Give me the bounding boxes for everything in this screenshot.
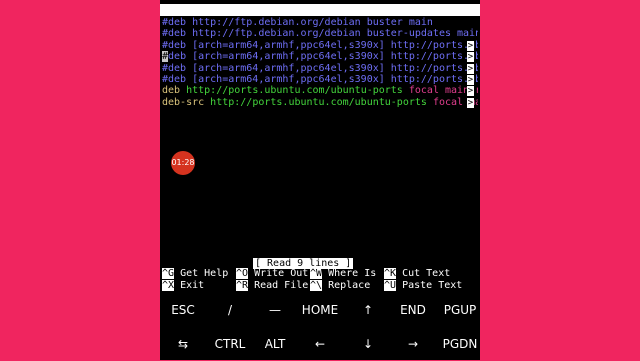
shortcut-item[interactable]: ^O Write Out xyxy=(236,268,308,279)
editor-line[interactable]: #deb [arch=arm64,armhf,ppc64el,s390x] ht… xyxy=(162,63,478,75)
line-segment: focal xyxy=(432,96,470,108)
shortcut-label: Read File xyxy=(248,279,309,291)
key--button[interactable]: ↑ xyxy=(345,293,391,327)
shortcut-key: ^G xyxy=(162,268,175,279)
line-overflow-marker: > xyxy=(467,86,474,97)
editor-line[interactable]: #deb [arch=arm64,armhf,ppc64el,s390x] ht… xyxy=(162,40,478,52)
shortcut-item[interactable]: ^X Exit xyxy=(162,279,205,291)
key-alt-button[interactable]: ALT xyxy=(252,327,298,361)
shortcut-label: Exit xyxy=(174,279,205,291)
editor-line[interactable]: #deb [arch=arm64,armhf,ppc64el,s390x] ht… xyxy=(162,74,478,86)
line-overflow-marker: > xyxy=(467,52,474,63)
editor-line[interactable]: deb http://ports.ubuntu.com/ubuntu-ports… xyxy=(162,85,478,97)
shortcut-key: ^R xyxy=(236,279,249,291)
line-segment: #deb [arch=arm64,armhf,ppc64el,s390x] ht… xyxy=(162,74,478,85)
extra-keys-row-2: ⇆ CTRL ALT ← ↓ → PGDN xyxy=(160,327,480,361)
line-segment: deb xyxy=(162,85,187,97)
shortcut-item[interactable]: ^W Where Is xyxy=(310,268,376,279)
line-segment: #deb [arch=arm64,armhf,ppc64el,s390x] ht… xyxy=(162,62,478,74)
shortcut-item[interactable]: ^G Get Help xyxy=(162,268,228,279)
line-segment: deb-src xyxy=(162,96,211,108)
key--button[interactable]: ← xyxy=(297,327,343,361)
shortcut-label: Replace xyxy=(322,279,371,291)
shortcut-item[interactable]: ^U Paste Text xyxy=(384,279,463,291)
nano-titlebar: GNU nano 4.8 sources.list xyxy=(160,4,480,39)
key-pgdn-button[interactable]: PGDN xyxy=(437,327,483,361)
extra-keys-row-1: ESC / — HOME ↑ END PGUP xyxy=(160,293,480,327)
editor-line[interactable]: deb-src http://ports.ubuntu.com/ubuntu-p… xyxy=(162,97,478,109)
line-segment: focal xyxy=(408,85,445,97)
key-pgup-button[interactable]: PGUP xyxy=(437,293,483,327)
line-segment: #deb [arch=arm64,armhf,ppc64el,s390x] ht… xyxy=(162,39,478,51)
line-overflow-marker: > xyxy=(467,40,474,51)
line-segment: deb [arch=arm64,armhf,ppc64el,s390x] htt… xyxy=(168,51,478,63)
shortcut-label: Cut Text xyxy=(396,268,451,279)
shortcut-label: Write Out xyxy=(248,268,309,279)
key--button[interactable]: ⇆ xyxy=(160,327,206,361)
line-segment: http://ports.ubuntu.com/ubuntu-ports xyxy=(186,85,409,97)
shortcut-key: ^U xyxy=(384,279,397,291)
key-ctrl-button[interactable]: CTRL xyxy=(207,327,253,361)
line-segment: http://ports.ubuntu.com/ubuntu-ports xyxy=(210,96,433,108)
recording-timer: 01:28 xyxy=(171,151,195,175)
shortcut-item[interactable]: ^K Cut Text xyxy=(384,268,450,279)
line-segment: #deb http://ftp.debian.org/debian buster… xyxy=(162,17,433,28)
editor-line[interactable]: #deb http://ftp.debian.org/debian buster… xyxy=(162,28,478,40)
key--button[interactable]: ↓ xyxy=(345,327,391,361)
key--button[interactable]: → xyxy=(390,327,436,361)
shortcut-key: ^\ xyxy=(310,279,323,291)
shortcut-label: Where Is xyxy=(322,268,377,279)
shortcut-label: Get Help xyxy=(174,268,229,279)
shortcut-label: Paste Text xyxy=(396,279,463,291)
editor-line[interactable]: #deb [arch=arm64,armhf,ppc64el,s390x] ht… xyxy=(162,51,478,63)
shortcut-item[interactable]: ^\ Replace xyxy=(310,279,371,291)
line-overflow-marker: > xyxy=(467,75,474,85)
key-esc-button[interactable]: ESC xyxy=(160,293,206,327)
line-overflow-marker: > xyxy=(467,63,474,74)
editor-line[interactable]: #deb http://ftp.debian.org/debian buster… xyxy=(162,17,478,29)
line-segment: #deb http://ftp.debian.org/debian buster… xyxy=(162,28,478,40)
shortcut-key: ^O xyxy=(236,268,249,279)
key--button[interactable]: / xyxy=(207,293,253,327)
key-end-button[interactable]: END xyxy=(390,293,436,327)
shortcut-item[interactable]: ^R Read File xyxy=(236,279,309,291)
key--button[interactable]: — xyxy=(252,293,298,327)
shortcut-key: ^W xyxy=(310,268,323,279)
line-overflow-marker: > xyxy=(467,97,474,108)
key-home-button[interactable]: HOME xyxy=(297,293,343,327)
shortcut-key: ^K xyxy=(384,268,397,279)
shortcut-key: ^X xyxy=(162,279,175,291)
